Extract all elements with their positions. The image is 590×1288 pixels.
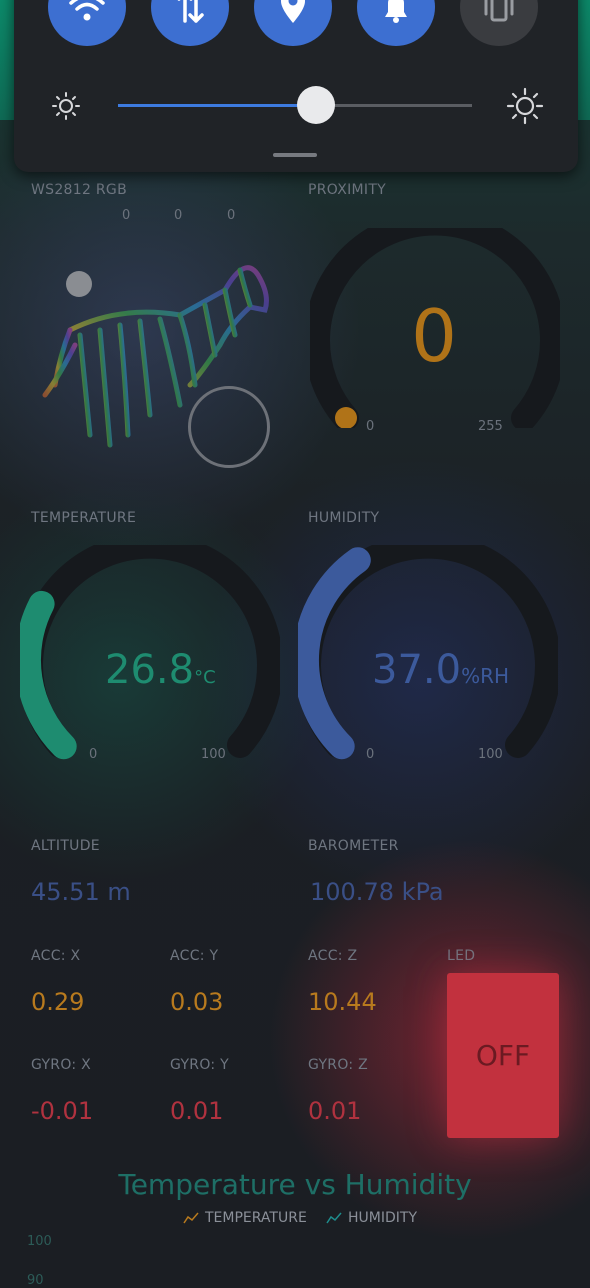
brightness-slider-thumb[interactable] xyxy=(297,86,336,124)
picker-marker[interactable] xyxy=(66,271,92,297)
humidity-label: HUMIDITY xyxy=(308,510,380,526)
chart-legend-temperature-label: TEMPERATURE xyxy=(205,1210,307,1226)
led-toggle-button[interactable]: OFF xyxy=(447,973,559,1138)
acc-z-label: ACC: Z xyxy=(308,948,358,964)
rgb-g-value: 0 xyxy=(174,208,183,223)
chart-legend-humidity: HUMIDITY xyxy=(326,1210,417,1226)
temperature-readout: 26.8°C xyxy=(105,650,216,690)
temperature-gauge-fill xyxy=(20,590,77,760)
altitude-value: 45.51 m xyxy=(31,878,131,906)
gyro-z-label: GYRO: Z xyxy=(308,1057,369,1073)
chart-y-tick: 90 xyxy=(27,1273,44,1288)
brightness-high-icon xyxy=(506,87,544,125)
temperature-label: TEMPERATURE xyxy=(31,510,137,526)
temperature-max: 100 xyxy=(201,747,226,762)
wifi-icon xyxy=(69,0,105,21)
temperature-min: 0 xyxy=(89,747,98,762)
rgb-b-value: 0 xyxy=(227,208,236,223)
notifications-toggle[interactable] xyxy=(357,0,435,46)
temperature-gauge-track xyxy=(20,545,280,758)
bell-icon xyxy=(385,0,407,23)
rgb-r-value: 0 xyxy=(122,208,131,223)
brightness-slider-fill xyxy=(118,104,317,107)
gyro-x-value: -0.01 xyxy=(31,1097,94,1125)
gyro-y-value: 0.01 xyxy=(170,1097,224,1125)
proximity-min: 0 xyxy=(366,419,375,434)
mobile-data-icon xyxy=(177,0,204,23)
location-toggle[interactable] xyxy=(254,0,332,46)
chart-y-tick: 100 xyxy=(27,1234,52,1249)
humidity-line-icon xyxy=(326,1212,342,1224)
acc-x-value: 0.29 xyxy=(31,988,85,1016)
acc-y-value: 0.03 xyxy=(170,988,224,1016)
humidity-min: 0 xyxy=(366,747,375,762)
gyro-z-value: 0.01 xyxy=(308,1097,362,1125)
gyro-y-label: GYRO: Y xyxy=(170,1057,230,1073)
acc-x-label: ACC: X xyxy=(31,948,81,964)
proximity-value: 0 xyxy=(411,294,457,378)
humidity-unit: %RH xyxy=(461,664,510,688)
temperature-line-icon xyxy=(183,1212,199,1224)
humidity-value: 37.0 xyxy=(372,647,462,693)
chart-legend-humidity-label: HUMIDITY xyxy=(348,1210,417,1226)
brightness-low-icon xyxy=(52,92,80,120)
quick-settings-drag-handle[interactable] xyxy=(273,153,317,157)
proximity-label: PROXIMITY xyxy=(308,182,387,198)
proximity-max: 255 xyxy=(478,419,503,434)
chart-title: Temperature vs Humidity xyxy=(118,1168,472,1201)
wifi-toggle[interactable] xyxy=(48,0,126,46)
altitude-label: ALTITUDE xyxy=(31,838,100,854)
barometer-label: BAROMETER xyxy=(308,838,399,854)
barometer-value: 100.78 kPa xyxy=(310,878,444,906)
acc-z-value: 10.44 xyxy=(308,988,377,1016)
led-label: LED xyxy=(447,948,476,964)
proximity-gauge-dot xyxy=(335,407,357,428)
led-state-label: OFF xyxy=(475,1039,531,1072)
temperature-value: 26.8 xyxy=(105,647,195,693)
quick-settings-panel xyxy=(14,0,578,172)
rgb-label: WS2812 RGB xyxy=(31,182,127,198)
acc-y-label: ACC: Y xyxy=(170,948,219,964)
vibrate-toggle[interactable] xyxy=(460,0,538,46)
chart-legend-temperature: TEMPERATURE xyxy=(183,1210,307,1226)
vibrate-icon xyxy=(484,0,514,22)
humidity-max: 100 xyxy=(478,747,503,762)
humidity-readout: 37.0%RH xyxy=(372,650,509,690)
mobile-data-toggle[interactable] xyxy=(151,0,229,46)
location-icon xyxy=(281,0,305,23)
rgb-joystick[interactable] xyxy=(188,386,270,468)
gyro-x-label: GYRO: X xyxy=(31,1057,92,1073)
temperature-unit: °C xyxy=(194,667,216,688)
